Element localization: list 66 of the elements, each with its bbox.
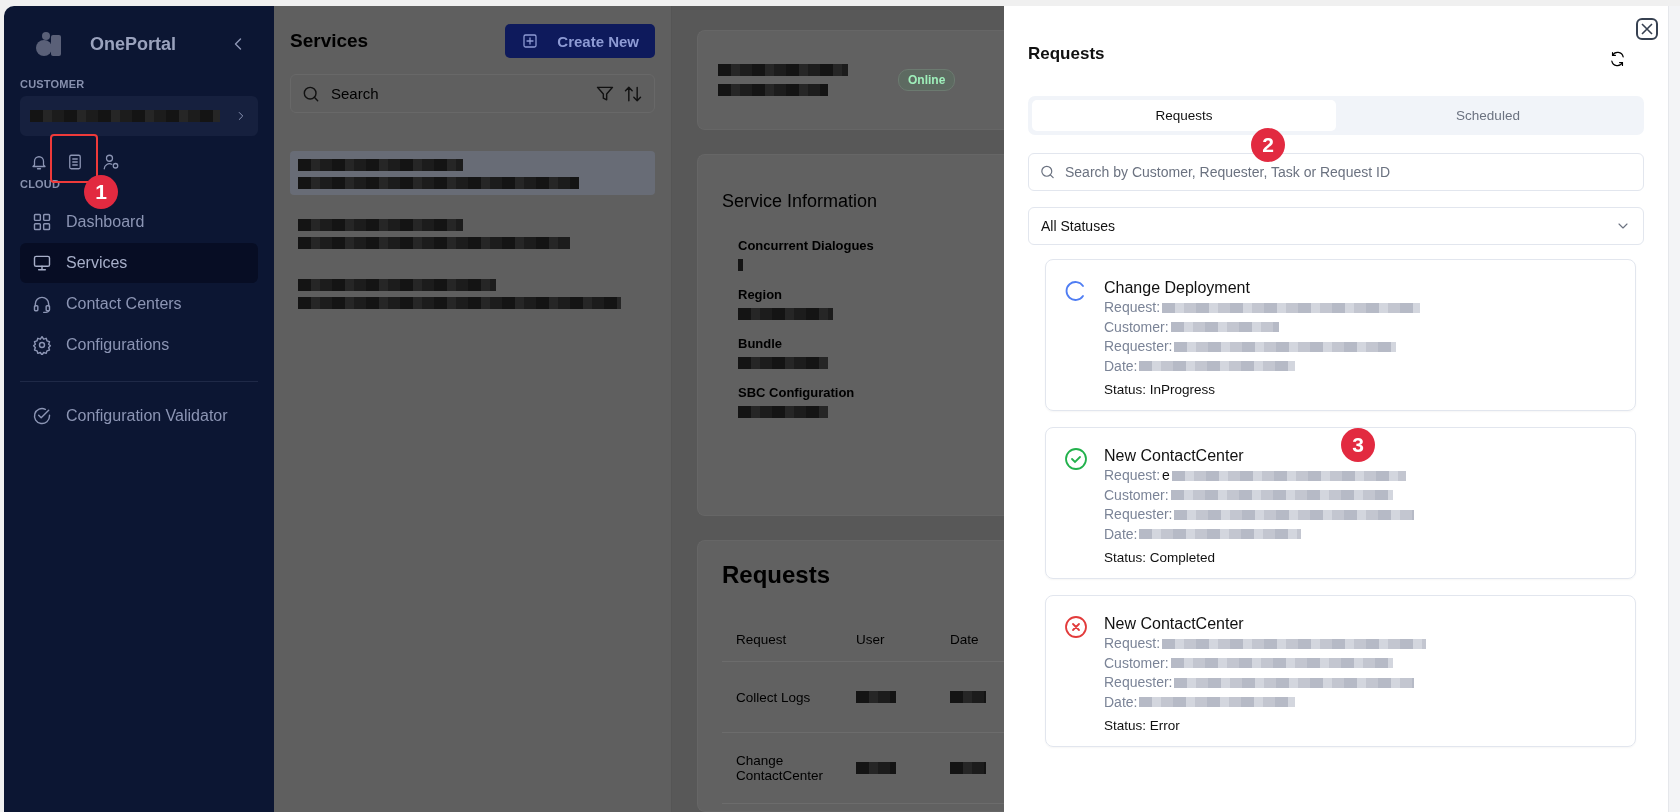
app-name: OnePortal: [90, 33, 177, 55]
request-status: Status: InProgress: [1104, 382, 1216, 397]
field-label: Date:: [1104, 692, 1138, 712]
plus-square-icon: [521, 31, 540, 51]
panel-title: Services: [290, 30, 369, 52]
tab[interactable]: Scheduled: [1336, 100, 1640, 131]
refresh-icon[interactable]: [1609, 49, 1626, 69]
nav-item[interactable]: Contact Centers: [20, 284, 258, 324]
error-circle-icon: [1064, 615, 1088, 639]
grid-icon: [32, 212, 52, 232]
request-card[interactable]: New ContactCenter Request: Customer: Requester: Date: Status: Error: [1045, 595, 1636, 747]
field-label: Concurrent Dialogues: [738, 238, 874, 253]
table-cell: Collect Logs: [722, 661, 842, 733]
card-title: Requests: [722, 561, 831, 589]
status-dropdown[interactable]: All Statuses: [1028, 207, 1644, 245]
create-button[interactable]: Create New: [505, 24, 655, 58]
monitor-icon: [32, 253, 52, 273]
field-label: Request:: [1104, 298, 1161, 317]
blurred-text: [856, 691, 896, 703]
status-badge: Online: [898, 69, 956, 91]
request-title: New ContactCenter: [1104, 446, 1244, 466]
close-button[interactable]: [1636, 18, 1658, 40]
column-header: User: [842, 617, 936, 662]
column-header: Request: [722, 617, 842, 662]
check-circle-icon: [32, 406, 52, 426]
table-cell: Change ContactCenter: [722, 732, 842, 804]
nav-item[interactable]: Services: [20, 243, 258, 283]
field-label: Requester:: [1104, 337, 1173, 356]
drawer-title: Requests: [1028, 44, 1105, 64]
card-title: Service Information: [722, 191, 879, 212]
field-label: Customer:: [1104, 653, 1169, 673]
field-label: Customer:: [1104, 317, 1169, 337]
field-label: Date:: [1104, 524, 1138, 544]
request-status: Status: Error: [1104, 718, 1180, 733]
field-label: Customer:: [1104, 485, 1169, 505]
nav-item[interactable]: Configurations: [20, 325, 258, 365]
section-label: CUSTOMER: [20, 78, 86, 90]
field-label: Request:: [1104, 466, 1161, 485]
field-label: Region: [738, 287, 783, 302]
request-card[interactable]: Change Deployment Request: Customer: Requester: Date: Status: InProgress: [1045, 259, 1636, 411]
user-settings-icon[interactable]: [102, 152, 120, 172]
request-status: Status: Completed: [1104, 550, 1216, 565]
field-label: Request:: [1104, 634, 1161, 653]
field-label: Requester:: [1104, 673, 1173, 692]
blurred-text: [856, 762, 896, 774]
field-label: Requester:: [1104, 505, 1173, 524]
field-label: Bundle: [738, 336, 783, 351]
document-list-icon[interactable]: [66, 152, 84, 172]
service-item[interactable]: [290, 151, 655, 195]
tab[interactable]: Requests: [1032, 100, 1336, 131]
section-label: CLOUD: [20, 178, 62, 190]
nav-item[interactable]: Configuration Validator: [20, 396, 258, 436]
request-title: New ContactCenter: [1104, 614, 1244, 634]
close-icon: [1640, 22, 1654, 36]
blurred-text: [950, 691, 986, 703]
field-value: e: [1162, 466, 1170, 485]
headset-icon: [32, 294, 52, 314]
check-circle-icon: [1064, 447, 1088, 471]
field-label: Date:: [1104, 356, 1138, 376]
logo-icon: [36, 31, 62, 57]
blurred-text: [738, 259, 743, 271]
request-title: Change Deployment: [1104, 278, 1250, 298]
gear-icon: [32, 335, 52, 355]
search-field[interactable]: Search: [290, 74, 655, 113]
field-label: SBC Configuration: [738, 385, 855, 400]
blurred-text: [950, 762, 986, 774]
